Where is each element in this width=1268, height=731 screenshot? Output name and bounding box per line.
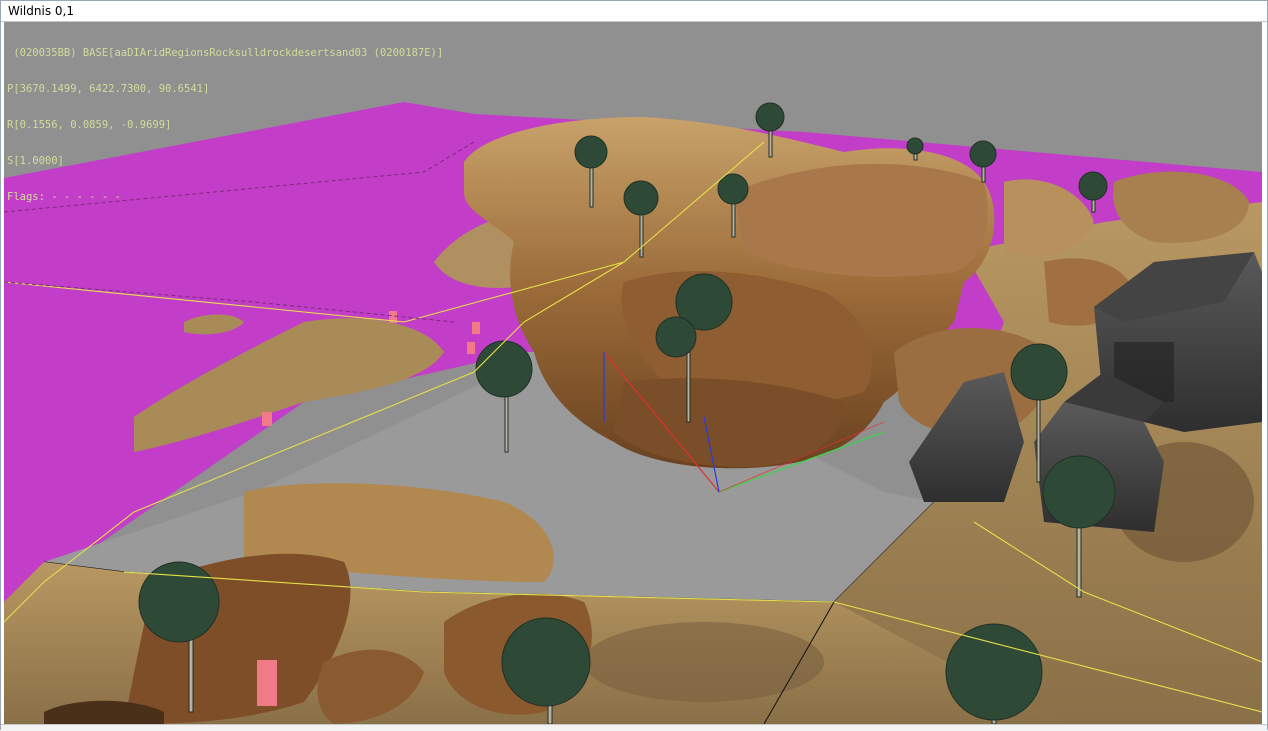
flags-readout: Flags: - - - - - - [7, 191, 121, 203]
3d-render-viewport[interactable]: (020035BB) BASE[aaDIAridRegionsRocksulld… [4, 22, 1262, 724]
scale-readout: S[1.0000] [7, 155, 64, 167]
title-bar[interactable]: Wildnis 0,1 [1, 1, 1267, 22]
selection-info-overlay: (020035BB) BASE[aaDIAridRegionsRocksulld… [7, 23, 443, 227]
rock-ledge-upper [734, 163, 988, 277]
window-title: Wildnis 0,1 [8, 4, 74, 18]
selection-ref-line: (020035BB) BASE[aaDIAridRegionsRocksulld… [7, 47, 444, 59]
editor-window: Wildnis 0,1 (020035BB) BASE[aaDIAridRegi… [0, 0, 1268, 731]
rotation-readout: R[0.1556, 0.0859, -0.9699] [7, 119, 172, 131]
position-readout: P[3670.1499, 6422.7300, 90.6541] [7, 83, 210, 95]
